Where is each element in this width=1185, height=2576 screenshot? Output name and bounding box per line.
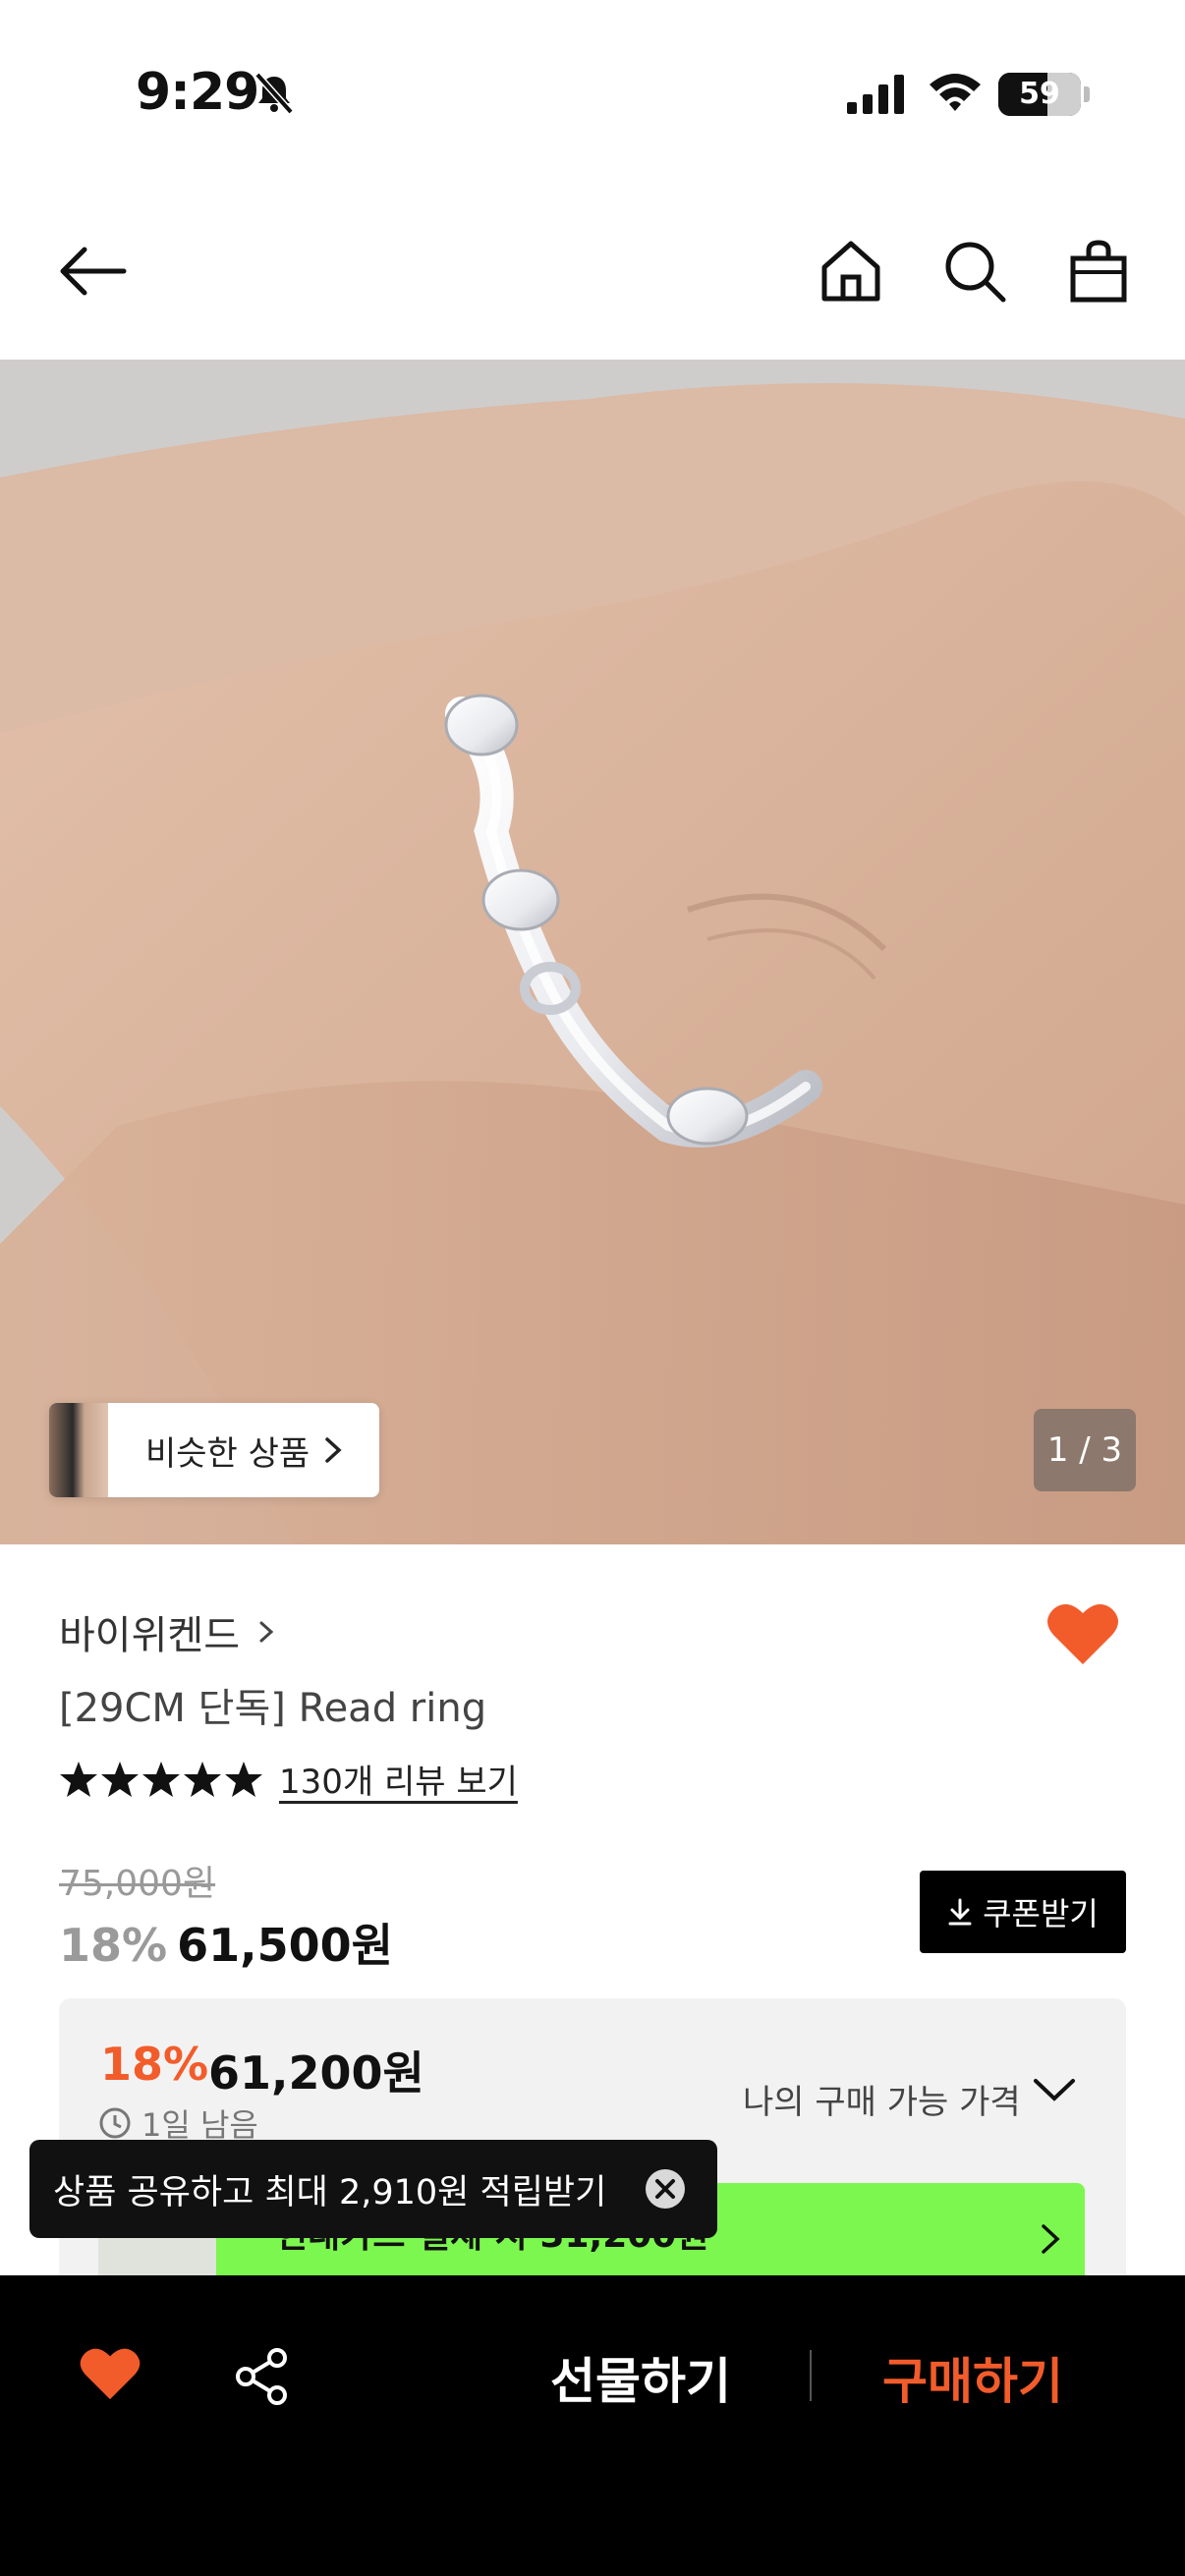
buy-button[interactable]: 구매하기 — [882, 2342, 1063, 2413]
my-price-label: 나의 구매 가능 가격 — [743, 2083, 1021, 2122]
brand-link[interactable]: 바이위켄드 — [59, 1603, 281, 1660]
cellular-signal-icon — [847, 75, 904, 114]
brand-name: 바이위켄드 — [59, 1613, 240, 1658]
star-icon — [101, 1761, 139, 1797]
arrow-left-icon — [60, 247, 127, 296]
ring-on-finger-illustration — [0, 360, 1185, 1544]
similar-product-thumbnail — [49, 1403, 108, 1497]
battery-indicator: 59 — [998, 73, 1081, 116]
search-button[interactable] — [935, 232, 1014, 310]
search-icon — [945, 242, 1006, 303]
discount-percent: 18% — [59, 1919, 168, 1972]
chevron-down-icon[interactable] — [1032, 2077, 1077, 2104]
clock-icon — [99, 2107, 131, 2139]
toast-message: 상품 공유하고 최대 2,910원 적립받기 — [53, 2172, 607, 2212]
image-page-counter: 1 / 3 — [1034, 1409, 1136, 1491]
battery-level: 59 — [1019, 77, 1060, 111]
chevron-right-icon — [1042, 2224, 1060, 2254]
product-title: [29CM 단독] Read ring — [59, 1686, 487, 1731]
bell-muted-icon — [254, 72, 294, 115]
my-discount-percent: 18% — [100, 2038, 209, 2091]
favorite-heart-icon[interactable] — [1045, 1599, 1120, 1668]
star-icon — [225, 1761, 262, 1797]
home-icon — [821, 241, 880, 302]
star-icon — [184, 1761, 221, 1797]
divider — [810, 2350, 812, 2401]
similar-products-button[interactable]: 비슷한 상품 — [49, 1403, 379, 1497]
wifi-icon — [930, 74, 981, 111]
similar-products-label: 비슷한 상품 — [145, 1433, 310, 1474]
gift-button[interactable]: 선물하기 — [550, 2342, 731, 2413]
download-icon — [948, 1898, 972, 1926]
original-price: 75,000원 — [59, 1864, 216, 1904]
chevron-right-icon — [325, 1437, 342, 1463]
home-button[interactable] — [812, 232, 890, 310]
rating-row: 130개 리뷰 보기 — [59, 1755, 518, 1803]
share-icon[interactable] — [232, 2346, 293, 2407]
chevron-right-icon — [259, 1621, 274, 1643]
star-icon — [60, 1761, 97, 1797]
sale-price: 61,500원 — [177, 1919, 393, 1972]
shopping-bag-icon — [1070, 240, 1127, 303]
status-bar: 9:29 59 — [0, 0, 1185, 187]
my-price-value: 61,200원 — [208, 2046, 424, 2100]
price-row: 18% 61,500원 — [59, 1910, 393, 1975]
favorite-heart-icon[interactable] — [79, 2344, 141, 2403]
shopping-bag-button[interactable] — [1059, 232, 1138, 310]
share-reward-toast[interactable]: 상품 공유하고 최대 2,910원 적립받기 — [29, 2140, 717, 2238]
battery-tip — [1084, 86, 1090, 102]
star-icon — [142, 1761, 180, 1797]
coupon-download-button[interactable]: 쿠폰받기 — [920, 1871, 1126, 1953]
status-time: 9:29 — [136, 63, 259, 122]
close-icon[interactable] — [644, 2167, 687, 2211]
coupon-label: 쿠폰받기 — [983, 1895, 1099, 1932]
bottom-action-bar: 선물하기 구매하기 — [0, 2275, 1185, 2576]
product-image[interactable] — [0, 360, 1185, 1544]
review-link[interactable]: 130개 리뷰 보기 — [279, 1755, 518, 1803]
back-button[interactable] — [53, 232, 132, 310]
